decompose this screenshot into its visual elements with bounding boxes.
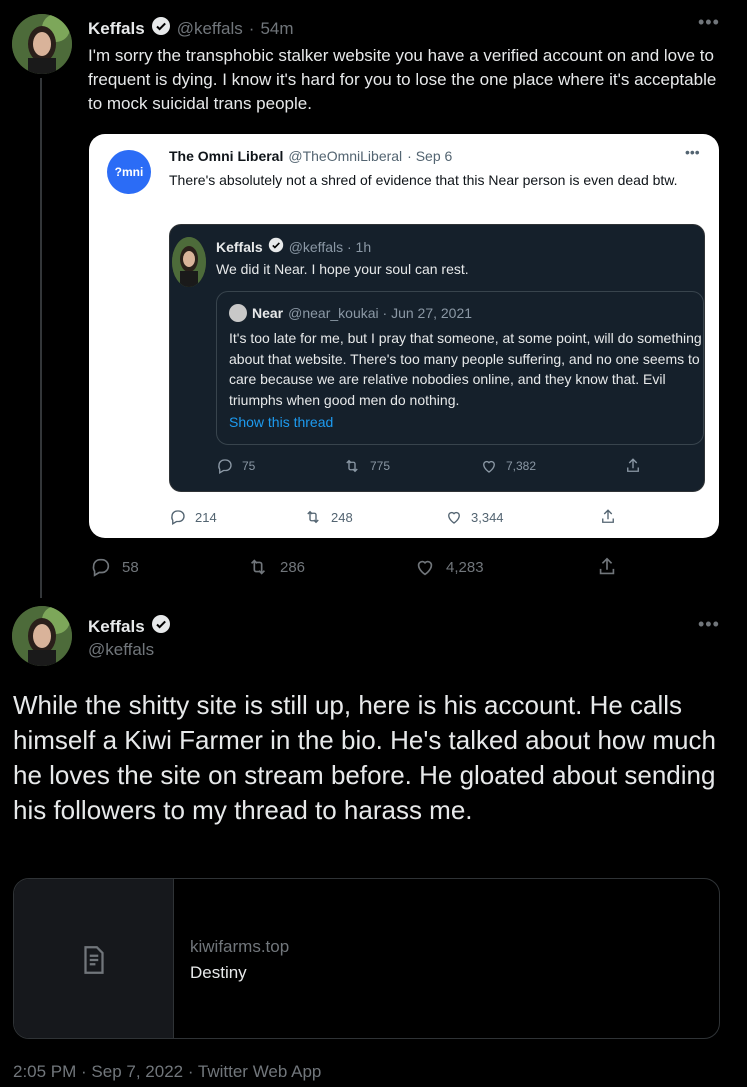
- link-domain: kiwifarms.top: [190, 937, 290, 956]
- quote-author-handle[interactable]: @TheOmniLiberal: [288, 148, 402, 164]
- heart-icon: [448, 511, 460, 524]
- verified-badge-icon: [151, 614, 171, 639]
- timestamp[interactable]: 54m: [260, 19, 293, 39]
- retweet-icon: [346, 459, 358, 473]
- share-icon[interactable]: [596, 556, 618, 583]
- omni-logo-text: ?mni: [114, 165, 144, 179]
- tweet-text: I'm sorry the transphobic stalker websit…: [88, 46, 717, 113]
- tweet-timestamp-footer[interactable]: 2:05 PM · Sep 7, 2022 · Twitter Web App: [13, 1062, 321, 1082]
- avatar[interactable]: [12, 14, 72, 74]
- reply-icon: [218, 459, 232, 474]
- like-button[interactable]: 4,283: [414, 556, 484, 578]
- thread-connector: [40, 78, 42, 598]
- nested-quoted-tweet[interactable]: Keffals @keffals · 1h We did it Near. I …: [169, 224, 705, 492]
- nested-text: We did it Near. I hope your soul can res…: [216, 261, 469, 277]
- deep-text: It's too late for me, but I pray that so…: [229, 330, 702, 408]
- reply-count: 58: [122, 558, 139, 576]
- like-count: 3,344: [471, 509, 504, 525]
- reply-count: 214: [195, 509, 217, 525]
- retweet-button[interactable]: 248: [303, 508, 353, 526]
- link-title: Destiny: [190, 963, 247, 982]
- main-tweet-text: While the shitty site is still up, here …: [13, 690, 716, 825]
- like-count: 4,283: [446, 558, 484, 576]
- nested-author-handle[interactable]: @keffals · 1h: [289, 239, 371, 255]
- author-handle[interactable]: @keffals: [177, 19, 243, 39]
- avatar[interactable]: [12, 606, 72, 666]
- deep-author-name[interactable]: Near: [252, 305, 283, 321]
- share-icon[interactable]: [599, 508, 617, 531]
- quote-author-name[interactable]: The Omni Liberal: [169, 148, 283, 164]
- separator: ·: [248, 18, 255, 38]
- avatar[interactable]: [172, 237, 206, 287]
- reply-button[interactable]: 214: [169, 508, 217, 526]
- link-card[interactable]: kiwifarms.top Destiny: [13, 878, 720, 1039]
- deep-quoted-tweet[interactable]: Near @near_koukai · Jun 27, 2021 It's to…: [216, 291, 704, 445]
- document-icon: [83, 945, 104, 974]
- verified-badge-icon: [151, 16, 171, 41]
- like-button[interactable]: 3,344: [445, 508, 504, 526]
- share-icon[interactable]: [624, 457, 642, 480]
- nested-author-name[interactable]: Keffals: [216, 239, 263, 255]
- quoted-tweet[interactable]: ?mni The Omni Liberal @TheOmniLiberal · …: [89, 134, 719, 538]
- link-thumbnail: [14, 879, 174, 1038]
- near-avatar[interactable]: [229, 304, 247, 322]
- like-button[interactable]: 7,382: [480, 457, 536, 475]
- deep-author-handle[interactable]: @near_koukai · Jun 27, 2021: [288, 305, 472, 321]
- retweet-button[interactable]: 286: [246, 556, 305, 578]
- retweet-button[interactable]: 775: [342, 457, 390, 475]
- retweet-count: 248: [331, 509, 353, 525]
- retweet-count: 775: [370, 459, 391, 473]
- retweet-count: 286: [280, 558, 306, 576]
- show-thread-link[interactable]: Show this thread: [229, 414, 333, 430]
- omni-avatar[interactable]: ?mni: [107, 150, 151, 194]
- quote-header: The Omni Liberal @TheOmniLiberal · Sep 6: [169, 148, 452, 164]
- author-handle[interactable]: @keffals: [88, 640, 154, 660]
- reply-icon: [92, 558, 110, 577]
- like-count: 7,382: [506, 459, 537, 473]
- more-options-icon[interactable]: •••: [685, 144, 700, 160]
- author-name[interactable]: Keffals: [88, 19, 145, 39]
- author-name[interactable]: Keffals: [88, 617, 145, 637]
- more-options-icon[interactable]: •••: [698, 12, 720, 33]
- reply-button[interactable]: 75: [216, 457, 255, 475]
- deep-header: Near @near_koukai · Jun 27, 2021: [229, 304, 472, 322]
- quote-date[interactable]: · Sep 6: [407, 148, 452, 164]
- heart-icon: [483, 460, 495, 473]
- nested-header: Keffals @keffals · 1h: [216, 237, 371, 256]
- retweet-icon: [250, 559, 266, 575]
- reply-button[interactable]: 58: [90, 556, 139, 578]
- reply-count: 75: [242, 459, 256, 473]
- quote-text: There's absolutely not a shred of eviden…: [169, 172, 678, 188]
- more-options-icon[interactable]: •••: [698, 614, 720, 635]
- heart-icon: [417, 560, 433, 576]
- retweet-icon: [307, 510, 319, 524]
- tweet-header: Keffals: [88, 614, 171, 639]
- tweet-header: Keffals @keffals · 54m: [88, 16, 294, 41]
- reply-icon: [171, 510, 185, 525]
- verified-badge-icon: [268, 237, 284, 256]
